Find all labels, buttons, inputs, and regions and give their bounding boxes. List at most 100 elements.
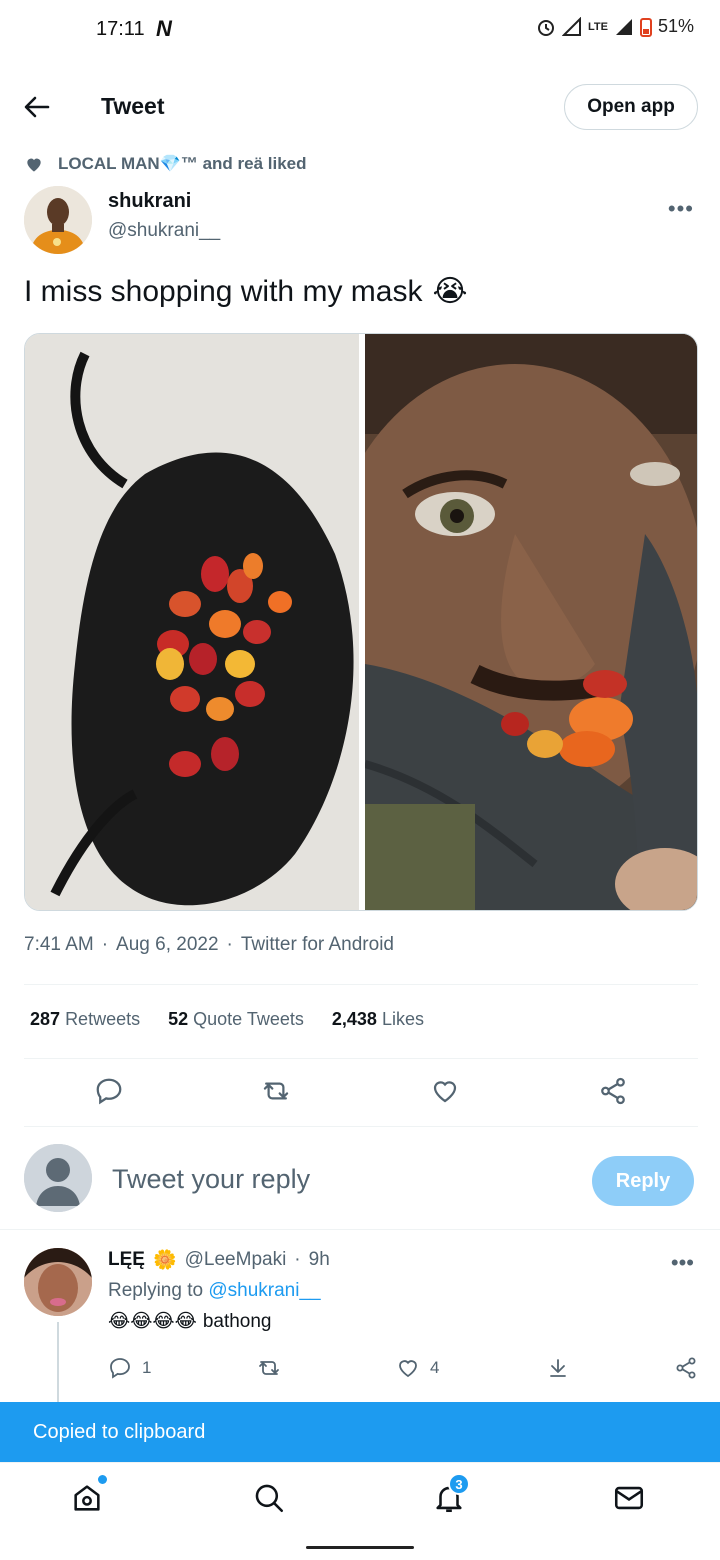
divider [24, 984, 698, 985]
nav-messages[interactable] [612, 1481, 652, 1521]
share-icon [676, 1357, 696, 1379]
tweet-text: I miss shopping with my mask 😭 [24, 274, 468, 309]
bottom-navigation: 3 [0, 1462, 720, 1536]
commenter-handle[interactable]: @LeeMpaki [185, 1249, 287, 1271]
separator-dot: · [226, 934, 233, 955]
reply-body: bathong [202, 1310, 272, 1332]
quote-tweets-label: Quote Tweets [193, 1009, 304, 1029]
likes-label: Likes [381, 1009, 424, 1029]
author-name[interactable]: shukrani [108, 190, 191, 213]
reply-text: 😂😂😂😂 bathong [108, 1310, 272, 1333]
quote-tweets-count: 52 [168, 1009, 189, 1029]
commenter-avatar-image [24, 1248, 92, 1316]
reply-count: 1 [142, 1358, 152, 1377]
nav-notifications[interactable]: 3 [432, 1473, 472, 1521]
reply-icon[interactable] [94, 1076, 124, 1111]
reply-tweet[interactable]: LĘĘ 🌼 @LeeMpaki · 9h ••• Replying to @sh… [0, 1238, 720, 1408]
reply-more-button[interactable]: ••• [671, 1250, 694, 1276]
app-notification-icon: N [156, 16, 172, 41]
retweets-stat[interactable]: 287 Retweets [30, 1009, 140, 1030]
toast-notification: Copied to clipboard [0, 1402, 720, 1462]
tweet-date: Aug 6, 2022 [116, 934, 219, 955]
author-avatar[interactable] [24, 186, 92, 254]
alarm-icon [538, 19, 554, 36]
nav-search[interactable] [252, 1481, 292, 1521]
reply-retweet-button[interactable] [256, 1356, 282, 1380]
notification-badge: 3 [448, 1473, 470, 1495]
reply-share-button[interactable] [546, 1356, 570, 1380]
reply-reply-button[interactable]: 1 [108, 1356, 151, 1380]
tweet-media[interactable] [24, 333, 698, 911]
page-title: Tweet [101, 93, 165, 119]
tweet-meta: 7:41 AM · Aug 6, 2022 · Twitter for Andr… [24, 934, 394, 956]
commenter-name[interactable]: LĘĘ [108, 1249, 145, 1271]
nav-home[interactable] [70, 1475, 110, 1521]
retweet-icon[interactable] [260, 1076, 292, 1111]
reply-actions: 1 4 [108, 1352, 708, 1386]
divider [24, 1058, 698, 1059]
author-handle[interactable]: @shukrani__ [108, 220, 220, 242]
commenter-avatar[interactable] [24, 1248, 92, 1316]
signal-icon [562, 16, 581, 36]
author-avatar-image [24, 186, 92, 254]
reply-more-share-button[interactable] [674, 1356, 698, 1380]
reply-button[interactable]: Reply [592, 1156, 694, 1206]
replying-to-handle[interactable]: @shukrani__ [208, 1280, 320, 1301]
divider [24, 1126, 698, 1127]
tweet-actions [24, 1074, 698, 1114]
tweet-body: I miss shopping with my mask [24, 274, 423, 308]
network-type: LTE [588, 20, 608, 33]
status-icons: LTE 51% [536, 16, 694, 37]
reply-time: 9h [308, 1249, 330, 1270]
like-count: 4 [430, 1358, 440, 1377]
reply-icon [110, 1358, 130, 1379]
home-icon [74, 1485, 100, 1511]
reply-input[interactable]: Tweet your reply [112, 1164, 310, 1195]
user-avatar[interactable] [24, 1144, 92, 1212]
share-icon[interactable] [598, 1076, 628, 1111]
status-time: 17:11 [96, 18, 145, 40]
back-button[interactable] [22, 92, 52, 122]
social-context-text[interactable]: LOCAL MAN💎™ and reä liked [58, 154, 307, 174]
like-icon [399, 1360, 417, 1378]
messages-icon [614, 1486, 644, 1510]
back-arrow-icon [24, 96, 50, 118]
separator-dot: · [294, 1249, 301, 1270]
separator-dot: · [101, 934, 109, 955]
crying-face-emoji: 😭 [432, 275, 468, 308]
man-with-mask-image [325, 334, 697, 910]
tweet-time: 7:41 AM [24, 934, 94, 955]
like-icon[interactable] [430, 1076, 460, 1111]
battery-icon [639, 17, 652, 37]
default-avatar-icon [24, 1144, 92, 1212]
signal-icon-2 [615, 18, 632, 35]
likes-count: 2,438 [331, 1009, 377, 1029]
home-indicator[interactable] [306, 1546, 414, 1549]
flower-emoji: 🌼 [152, 1250, 177, 1271]
quote-tweets-stat[interactable]: 52 Quote Tweets [168, 1009, 304, 1030]
status-bar: 17:11 N LTE 51% [0, 0, 720, 62]
retweets-label: Retweets [65, 1009, 141, 1029]
search-icon [255, 1484, 284, 1513]
replying-to: Replying to @shukrani__ [108, 1280, 321, 1302]
reply-like-button[interactable]: 4 [396, 1356, 439, 1380]
tweet-source[interactable]: Twitter for Android [241, 934, 394, 956]
reply-header: LĘĘ 🌼 @LeeMpaki · 9h [108, 1248, 330, 1272]
heart-icon [27, 158, 41, 172]
man-eating-candy-photo[interactable] [325, 334, 697, 910]
retweets-count: 287 [30, 1009, 61, 1029]
battery-level: 51% [657, 16, 694, 36]
download-icon [550, 1359, 566, 1377]
more-options-button[interactable]: ••• [668, 196, 694, 222]
likes-stat[interactable]: 2,438 Likes [332, 1009, 424, 1030]
laughing-emojis: 😂😂😂😂 [108, 1311, 197, 1332]
replying-to-prefix: Replying to [108, 1280, 204, 1301]
mask-photo[interactable] [25, 334, 359, 910]
tweet-stats: 287 Retweets 52 Quote Tweets 2,438 Likes [30, 1009, 424, 1030]
divider [0, 1229, 720, 1230]
toast-text: Copied to clipboard [33, 1420, 206, 1443]
open-app-button[interactable]: Open app [564, 84, 698, 130]
reply-composer: Tweet your reply Reply [0, 1140, 720, 1230]
thread-line [57, 1322, 59, 1408]
social-context: LOCAL MAN💎™ and reä liked [24, 154, 307, 174]
